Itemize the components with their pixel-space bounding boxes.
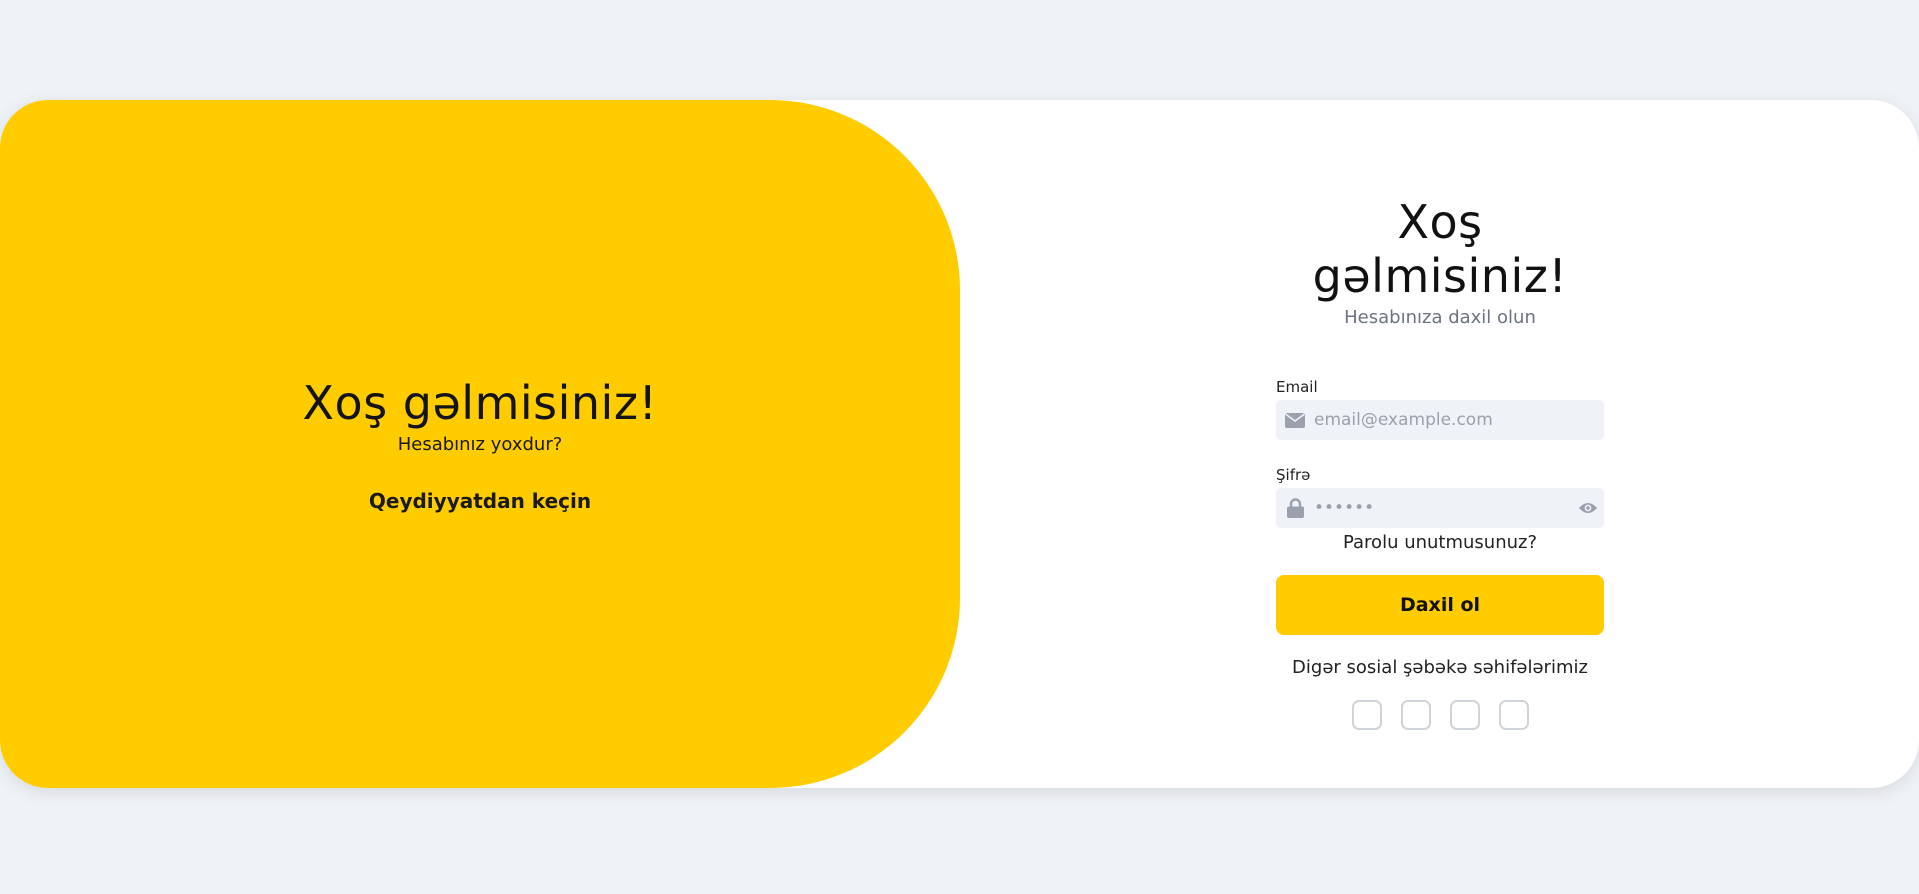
lock-icon bbox=[1276, 498, 1314, 518]
login-title: Xoş gəlmisiniz! bbox=[1312, 195, 1568, 303]
social-title: Digər sosial şəbəkə səhifələrimiz bbox=[1292, 657, 1588, 678]
welcome-subtitle: Hesabınız yoxdur? bbox=[397, 433, 563, 455]
password-field-wrapper bbox=[1276, 488, 1604, 528]
forgot-password-link[interactable]: Parolu unutmusunuz? bbox=[1276, 532, 1604, 553]
login-form: Xoş gəlmisiniz! Hesabınıza daxil olun Em… bbox=[1276, 100, 1604, 730]
social-link-1[interactable] bbox=[1351, 700, 1382, 730]
envelope-icon bbox=[1276, 412, 1314, 428]
welcome-panel: Xoş gəlmisiniz! Hesabınız yoxdur? Qeydiy… bbox=[0, 100, 960, 788]
social-link-2[interactable] bbox=[1400, 700, 1431, 730]
social-links bbox=[1276, 700, 1604, 730]
email-input[interactable] bbox=[1314, 400, 1604, 440]
auth-card: Xoş gəlmisiniz! Hesabınız yoxdur? Qeydiy… bbox=[0, 100, 1919, 788]
register-link[interactable]: Qeydiyyatdan keçin bbox=[369, 489, 591, 513]
password-label: Şifrə bbox=[1276, 466, 1311, 484]
welcome-title: Xoş gəlmisiniz! bbox=[302, 375, 658, 430]
login-subtitle: Hesabınıza daxil olun bbox=[1344, 307, 1536, 328]
email-field-wrapper bbox=[1276, 400, 1604, 440]
social-link-3[interactable] bbox=[1449, 700, 1480, 730]
social-link-4[interactable] bbox=[1498, 700, 1529, 730]
eye-icon[interactable] bbox=[1572, 501, 1604, 515]
login-button[interactable]: Daxil ol bbox=[1276, 575, 1604, 635]
password-input[interactable] bbox=[1314, 488, 1572, 528]
email-label: Email bbox=[1276, 378, 1318, 396]
